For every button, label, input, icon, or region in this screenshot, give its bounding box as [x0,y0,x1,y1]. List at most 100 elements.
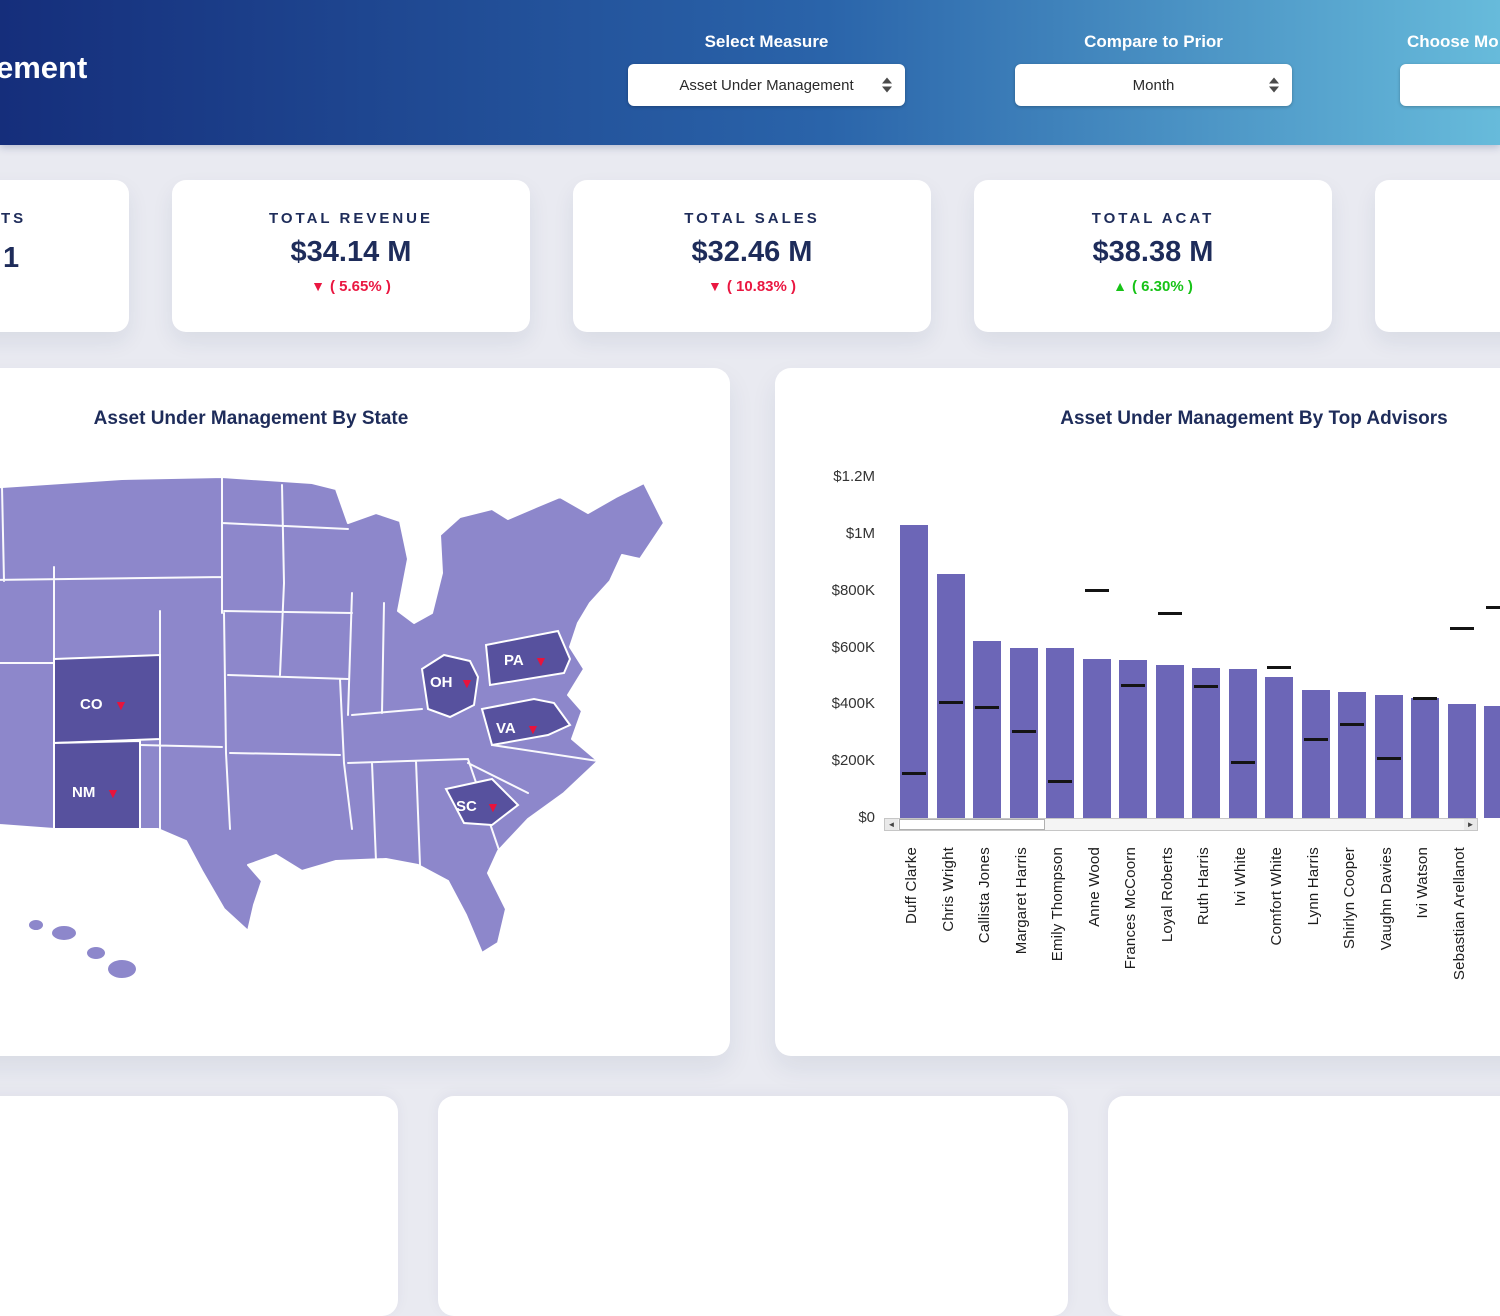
state-trend-down-icon: ▼ [106,785,120,801]
state-trend-down-icon: ▼ [526,721,540,737]
y-tick-label: $1.2M [775,468,875,485]
reference-tick-4 [1048,780,1072,783]
scrollbar-thumb[interactable] [899,819,1045,830]
kpi-card-total-revenue: TOTAL REVENUE $34.14 M ▼( 5.65% ) [172,180,530,332]
kpi-value: $32.46 M [573,236,931,269]
reference-tick-15 [1450,627,1474,630]
advisor-bar-14[interactable] [1411,698,1439,818]
reference-tick-7 [1158,612,1182,615]
bottom-card-left [0,1096,398,1316]
y-tick-label: $400K [775,695,875,712]
reference-tick-5 [1085,589,1109,592]
updown-chevron-icon [1269,78,1279,93]
trend-up-icon: ▲ [1113,278,1127,294]
compare-to-prior-label: Compare to Prior [1015,32,1292,52]
aum-by-state-panel: Asset Under Management By State CO ▼ NM … [0,368,730,1056]
advisor-label-3: Margaret Harris [1013,847,1030,954]
advisor-bar-12[interactable] [1338,692,1366,818]
scrollbar-left-arrow-icon[interactable]: ◄ [885,819,898,830]
select-measure-label: Select Measure [628,32,905,52]
state-label-sc: SC [456,798,477,815]
reference-tick-10 [1267,666,1291,669]
state-co[interactable] [54,655,160,743]
map-panel-title: Asset Under Management By State [0,408,730,430]
advisor-label-14: Ivi Watson [1414,847,1431,918]
compare-to-prior-value: Month [1133,77,1175,94]
kpi-change-text: ( 6.30% ) [1132,278,1193,295]
updown-chevron-icon [882,78,892,93]
y-tick-label: $0 [775,809,875,826]
hawaii-islands[interactable] [28,919,137,979]
kpi-change-text: ( 5.65% ) [330,278,391,295]
kpi-card-partial-left: TS 1 [0,180,129,332]
state-label-oh: OH [430,674,453,691]
advisor-bar-8[interactable] [1192,668,1220,818]
advisor-label-12: Shirlyn Cooper [1341,847,1358,949]
kpi-card-total-acat: TOTAL ACAT $38.38 M ▲( 6.30% ) [974,180,1332,332]
advisor-label-5: Anne Wood [1086,847,1103,927]
advisor-bar-4[interactable] [1046,648,1074,818]
kpi-change: ▲ ( 6.30% ) [974,278,1332,295]
kpi-title-fragment: TS [1,210,26,227]
advisor-label-9: Ivi White [1232,847,1249,906]
reference-tick-12 [1340,723,1364,726]
state-trend-down-icon: ▼ [460,675,474,691]
app-title: ement [0,50,87,86]
bottom-card-right [1108,1096,1500,1316]
advisor-bar-1[interactable] [937,574,965,818]
kpi-change: ▼ ( 5.65% ) [172,278,530,295]
y-tick-label: $800K [775,582,875,599]
advisor-bar-15[interactable] [1448,704,1476,818]
advisor-label-1: Chris Wright [940,847,957,932]
reference-tick-16 [1486,606,1500,609]
reference-tick-11 [1304,738,1328,741]
advisor-bar-13[interactable] [1375,695,1403,818]
state-label-co: CO [80,696,103,713]
reference-tick-9 [1231,761,1255,764]
reference-tick-13 [1377,757,1401,760]
kpi-card-total-sales: TOTAL SALES $32.46 M ▼( 10.83% ) [573,180,931,332]
advisor-label-7: Loyal Roberts [1159,847,1176,942]
state-label-pa: PA [504,652,524,669]
us-map: CO ▼ NM ▼ OH ▼ PA ▼ VA ▼ SC ▼ [0,463,692,1023]
compare-to-prior-dropdown[interactable]: Month [1015,64,1292,106]
state-label-va: VA [496,720,516,737]
scrollbar-right-arrow-icon[interactable]: ► [1464,819,1477,830]
advisor-label-4: Emily Thompson [1049,847,1066,961]
choose-month-group: Choose Mo [1400,32,1500,106]
advisor-label-6: Frances McCoorn [1122,847,1139,969]
kpi-title: TOTAL SALES [573,210,931,227]
advisor-chart-scrollbar[interactable]: ◄ ► [884,818,1478,831]
state-trend-down-icon: ▼ [534,653,548,669]
select-measure-value: Asset Under Management [679,77,853,94]
reference-tick-2 [975,706,999,709]
y-tick-label: $200K [775,752,875,769]
kpi-change: ▼( 10.83% ) [573,278,931,295]
kpi-value-fragment: 1 [3,242,19,275]
kpi-change-text: ( 10.83% ) [727,278,796,295]
advisor-bar-5[interactable] [1083,659,1111,818]
reference-tick-14 [1413,697,1437,700]
advisor-bar-10[interactable] [1265,677,1293,818]
advisor-label-11: Lynn Harris [1305,847,1322,925]
advisor-bar-2[interactable] [973,641,1001,818]
compare-to-prior-group: Compare to Prior Month [1015,32,1292,106]
advisors-panel-title: Asset Under Management By Top Advisors [775,408,1500,430]
advisor-bar-3[interactable] [1010,648,1038,819]
advisor-bar-9[interactable] [1229,669,1257,818]
y-tick-label: $1M [775,525,875,542]
advisor-bar-11[interactable] [1302,690,1330,818]
choose-month-dropdown[interactable] [1400,64,1500,106]
kpi-card-partial-right [1375,180,1500,332]
select-measure-group: Select Measure Asset Under Management [628,32,905,106]
advisor-label-15: Sebastian Arellanot [1451,847,1468,980]
advisor-bar-7[interactable] [1156,665,1184,818]
advisor-label-2: Callista Jones [976,847,993,943]
advisor-label-10: Comfort White [1268,847,1285,945]
advisor-bar-16[interactable] [1484,706,1500,818]
kpi-title: TOTAL ACAT [974,210,1332,227]
trend-down-icon: ▼ [311,278,325,294]
select-measure-dropdown[interactable]: Asset Under Management [628,64,905,106]
state-nm[interactable] [54,741,140,829]
scrollbar-track[interactable] [898,819,1464,830]
